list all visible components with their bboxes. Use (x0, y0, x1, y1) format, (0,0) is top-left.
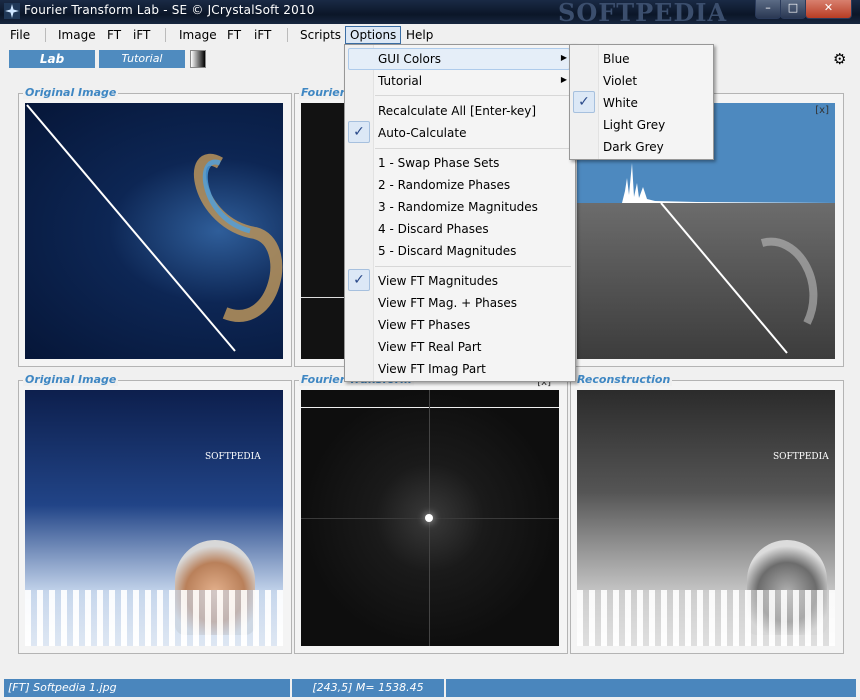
menu-file[interactable]: File (10, 27, 30, 43)
window-title: Fourier Transform Lab - SE © JCrystalSof… (24, 3, 315, 17)
title-bar: Fourier Transform Lab - SE © JCrystalSof… (0, 0, 860, 27)
fourier-image-2[interactable] (301, 390, 559, 646)
maximize-button[interactable]: □ (780, 0, 806, 19)
color-option-blue[interactable]: Blue (603, 51, 630, 67)
tab-lab[interactable]: Lab (9, 50, 95, 68)
panel-close-button[interactable]: [x] (815, 105, 829, 116)
menu-bar: File Image FT iFT Image FT iFT Scripts O… (0, 24, 860, 45)
status-bar: [FT] Softpedia 1.jpg [243,5] M= 1538.45 (0, 676, 860, 700)
menu-ift-1[interactable]: iFT (133, 27, 150, 43)
image-watermark: SOFTPEDIA (205, 452, 261, 462)
reconstruction-image-1[interactable] (577, 203, 835, 359)
color-option-dark-grey[interactable]: Dark Grey (603, 139, 664, 155)
menu-scripts[interactable]: Scripts (300, 27, 341, 43)
menu-item-view-mag-phases[interactable]: View FT Mag. + Phases (378, 295, 517, 311)
menu-separator (375, 266, 571, 267)
menu-item-view-imag[interactable]: View FT Imag Part (378, 361, 486, 377)
grayscale-gradient-button[interactable] (190, 50, 206, 68)
panel-label: Original Image (23, 86, 119, 99)
softpedia-watermark: SOFTPEDIA (558, 0, 728, 27)
menu-item-view-phases[interactable]: View FT Phases (378, 317, 470, 333)
menu-item-randomize-phases[interactable]: 2 - Randomize Phases (378, 177, 510, 193)
menu-separator (375, 95, 571, 96)
panel-original-image-top: Original Image (18, 86, 292, 367)
menu-separator (45, 28, 46, 42)
status-filename: [FT] Softpedia 1.jpg (4, 679, 290, 697)
status-coordinates: [243,5] M= 1538.45 (292, 679, 444, 697)
submenu-arrow-icon: ▶ (560, 53, 567, 62)
menu-item-discard-phases[interactable]: 4 - Discard Phases (378, 221, 489, 237)
menu-item-recalculate[interactable]: Recalculate All [Enter-key] (378, 103, 536, 119)
original-image-2[interactable]: SOFTPEDIA (25, 390, 283, 646)
menu-separator (375, 148, 571, 149)
gui-colors-submenu: Blue Violet ✓ White Light Grey Dark Grey (569, 44, 714, 160)
panel-label: Original Image (23, 373, 119, 386)
options-menu: GUI Colors ▶ Tutorial ▶ Recalculate All … (344, 44, 576, 382)
close-window-button[interactable]: ✕ (805, 0, 852, 19)
minimize-button[interactable]: – (755, 0, 781, 19)
checkmark-icon: ✓ (348, 269, 370, 291)
checkmark-icon: ✓ (348, 121, 370, 143)
menu-help[interactable]: Help (406, 27, 433, 43)
menu-separator (165, 28, 166, 42)
menu-separator (287, 28, 288, 42)
menu-item-view-magnitudes[interactable]: View FT Magnitudes (378, 273, 498, 289)
menu-image-2[interactable]: Image (179, 27, 217, 43)
menu-item-swap-phase[interactable]: 1 - Swap Phase Sets (378, 155, 499, 171)
panel-label: Reconstruction (575, 373, 673, 386)
menu-item-view-real[interactable]: View FT Real Part (378, 339, 482, 355)
menu-item-auto-calculate[interactable]: Auto-Calculate (378, 125, 466, 141)
status-empty-cell (446, 679, 856, 697)
gear-icon[interactable]: ⚙ (833, 50, 846, 68)
color-option-light-grey[interactable]: Light Grey (603, 117, 665, 133)
checkmark-icon: ✓ (573, 91, 595, 113)
menu-ift-2[interactable]: iFT (254, 27, 271, 43)
panel-fourier-bottom: Fourier Transform [x] (294, 373, 568, 654)
menu-item-randomize-magnitudes[interactable]: 3 - Randomize Magnitudes (378, 199, 538, 215)
panel-original-image-bottom: Original Image SOFTPEDIA (18, 373, 292, 654)
menu-image-1[interactable]: Image (58, 27, 96, 43)
reconstruction-image-2[interactable]: SOFTPEDIA (577, 390, 835, 646)
menu-item-discard-magnitudes[interactable]: 5 - Discard Magnitudes (378, 243, 516, 259)
menu-item-tutorial[interactable]: Tutorial (378, 73, 422, 89)
tab-tutorial[interactable]: Tutorial (99, 50, 185, 68)
color-option-violet[interactable]: Violet (603, 73, 637, 89)
image-watermark: SOFTPEDIA (773, 452, 829, 462)
panel-label: Fourier (299, 86, 348, 99)
menu-ft-2[interactable]: FT (227, 27, 241, 43)
app-icon (4, 3, 20, 19)
menu-item-gui-colors[interactable]: GUI Colors (378, 51, 441, 67)
original-image-1[interactable] (25, 103, 283, 359)
panel-reconstruction-bottom: Reconstruction SOFTPEDIA (570, 373, 844, 654)
color-option-white[interactable]: White (603, 95, 638, 111)
menu-ft-1[interactable]: FT (107, 27, 121, 43)
menu-options[interactable]: Options (345, 26, 402, 44)
submenu-arrow-icon: ▶ (560, 75, 567, 84)
